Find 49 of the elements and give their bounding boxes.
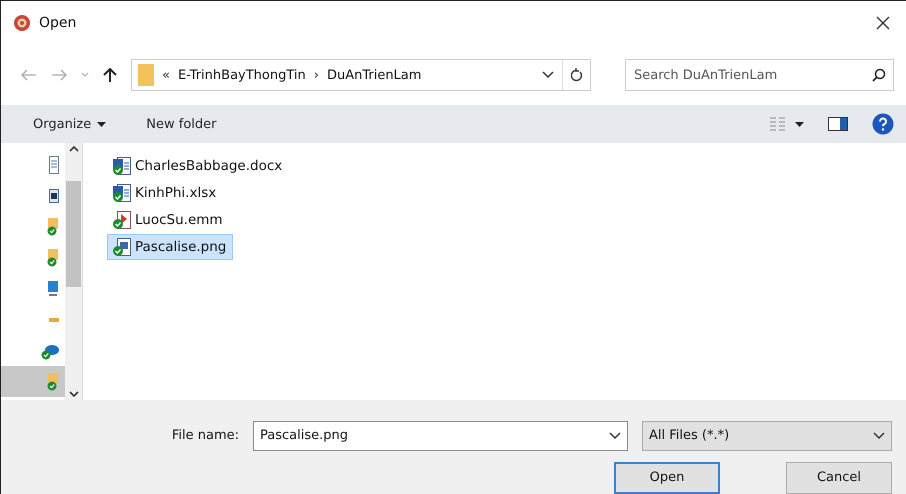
chevron-down-icon	[873, 432, 885, 440]
file-name-field[interactable]: Pascalise.png	[253, 420, 628, 450]
file-item[interactable]: CharlesBabbage.docx	[107, 153, 290, 179]
document-icon	[112, 156, 132, 176]
picture-icon[interactable]	[49, 188, 59, 202]
address-bar[interactable]: « E-TrinhBayThongTin › DuAnTrienLam	[131, 59, 591, 91]
scrollbar[interactable]	[65, 143, 82, 400]
dropdown-arrow-icon	[795, 122, 804, 126]
media-file-icon	[112, 210, 132, 230]
overflow-chevron[interactable]: «	[162, 68, 170, 82]
image-file-icon	[112, 237, 132, 257]
cancel-button[interactable]: Cancel	[786, 462, 892, 494]
refresh-icon	[570, 68, 582, 82]
file-item[interactable]: KinhPhi.xlsx	[107, 180, 224, 206]
document-icon[interactable]	[49, 156, 59, 174]
synced-folder-icon[interactable]	[47, 372, 59, 390]
details-view-icon	[769, 116, 787, 132]
search-field[interactable]: Search DuAnTrienLam	[625, 59, 894, 91]
search-icon	[872, 68, 886, 82]
file-item[interactable]: LuocSu.emm	[107, 207, 230, 233]
file-type-dropdown[interactable]: All Files (*.*)	[642, 420, 892, 450]
synced-folder-icon[interactable]	[47, 218, 59, 236]
help-button[interactable]	[872, 113, 894, 135]
document-icon	[112, 183, 132, 203]
back-button[interactable]	[21, 69, 37, 81]
scroll-up-icon[interactable]	[68, 145, 78, 152]
up-button[interactable]	[103, 67, 117, 83]
recent-locations-button[interactable]	[81, 72, 89, 78]
chevron-down-icon	[542, 71, 554, 79]
file-name-label: File name:	[172, 428, 239, 443]
preview-pane-button[interactable]	[828, 117, 848, 131]
forward-button[interactable]	[51, 69, 67, 81]
close-icon	[876, 16, 890, 30]
scroll-down-icon[interactable]	[68, 391, 78, 398]
breadcrumb-separator: ›	[314, 68, 319, 82]
synced-folder-icon[interactable]	[47, 248, 59, 266]
breadcrumb[interactable]: E-TrinhBayThongTin	[178, 68, 306, 82]
window-title: Open	[39, 15, 78, 31]
breadcrumb[interactable]: DuAnTrienLam	[326, 68, 422, 82]
open-button[interactable]: Open	[614, 462, 720, 494]
folder-icon	[138, 64, 154, 86]
app-icon	[13, 14, 31, 32]
chevron-down-icon	[609, 432, 621, 440]
new-folder-button[interactable]: New folder	[146, 116, 216, 132]
computer-icon[interactable]	[47, 280, 59, 298]
view-options-button[interactable]	[769, 116, 804, 132]
file-item[interactable]: Pascalise.png	[107, 234, 234, 260]
organize-menu[interactable]: Organize	[33, 116, 106, 132]
dropdown-arrow-icon	[97, 122, 106, 126]
